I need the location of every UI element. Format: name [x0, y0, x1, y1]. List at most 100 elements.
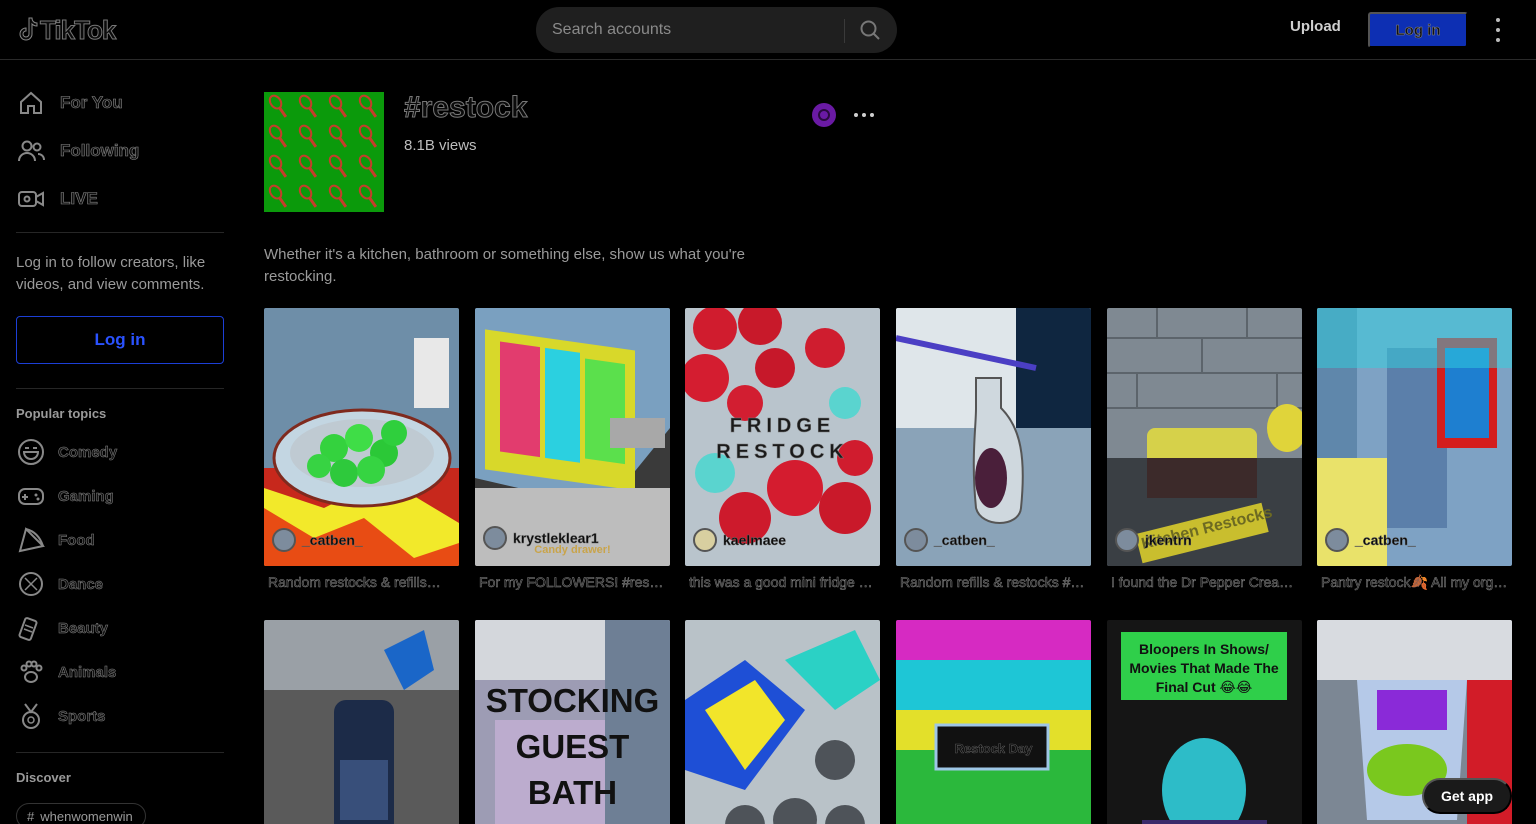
search-input[interactable] [552, 7, 842, 53]
video-thumbnail[interactable]: Candy drawer! krystleklear1 [475, 308, 670, 566]
author-name: jkentrn [1145, 532, 1192, 548]
video-caption[interactable]: this was a good mini fridge restock #res… [689, 574, 877, 590]
sidebar-login-button[interactable]: Log in [16, 316, 224, 364]
video-thumbnail[interactable]: Bloopers In Shows/ Movies That Made The … [1107, 620, 1302, 824]
avatar [1325, 528, 1349, 552]
food-icon [18, 527, 46, 553]
author-name: kaelmaee [723, 532, 787, 548]
video-thumbnail[interactable]: _catben_ [1317, 308, 1512, 566]
video-author[interactable]: krystleklear1 [483, 526, 599, 550]
overlay-text: FRIDGE RESTOCK [716, 415, 849, 464]
video-author[interactable]: kaelmaee [693, 528, 786, 552]
sidebar-divider [16, 388, 224, 389]
beauty-icon [18, 617, 38, 641]
video-author[interactable]: _catben_ [1325, 528, 1416, 552]
topic-sports[interactable]: Sports [16, 698, 106, 734]
dance-icon [19, 572, 43, 596]
avatar [904, 528, 928, 552]
login-button[interactable]: Log in [1368, 12, 1468, 48]
overlay-text: Restock Day [954, 741, 1033, 756]
hashtag-description: Whether it's a kitchen, bathroom or some… [264, 246, 745, 285]
hashtag-more-icon[interactable] [854, 113, 874, 117]
author-name: _catben_ [1355, 532, 1416, 548]
sports-icon [22, 703, 40, 729]
hashtag-title: #restock [403, 91, 528, 125]
top-bar: TikTok Upload Log in [0, 0, 1536, 60]
video-caption[interactable]: Pantry restock🍂 All my organizers are li… [1321, 574, 1509, 591]
hashtag-icon: # [27, 808, 35, 824]
search-divider [844, 19, 845, 43]
video-thumbnail[interactable]: _catben_ [264, 308, 459, 566]
share-icon[interactable] [812, 103, 836, 127]
upload-link[interactable]: Upload [1290, 18, 1341, 35]
live-icon [18, 191, 44, 207]
author-name: krystleklear1 [513, 530, 599, 546]
topic-beauty[interactable]: Beauty [16, 610, 108, 646]
video-caption[interactable]: For my FOLLOWERS! #restock #asmr #satisf… [479, 574, 667, 590]
overlay-text: STOCKING GUEST BATH [485, 682, 660, 811]
tiktok-note-icon [19, 17, 38, 41]
video-caption[interactable]: I found the Dr Pepper Cream Soda #restoc… [1111, 574, 1299, 590]
author-name: _catben_ [302, 532, 363, 548]
login-prompt-text: Log in to follow creators, like videos, … [16, 254, 206, 293]
topic-gaming[interactable]: Gaming [16, 478, 114, 514]
sidebar-divider [16, 752, 224, 753]
topic-label: Comedy [58, 443, 118, 461]
avatar [483, 526, 507, 550]
nav-label: For You [60, 93, 123, 113]
comedy-icon [18, 439, 44, 465]
topic-label: Sports [58, 707, 106, 725]
video-author[interactable]: _catben_ [904, 528, 995, 552]
video-thumbnail[interactable] [264, 620, 459, 824]
nav-live[interactable]: LIVE [16, 179, 98, 219]
video-thumbnail[interactable] [685, 620, 880, 824]
search-button[interactable] [854, 15, 886, 45]
video-thumbnail[interactable]: Restock Day [896, 620, 1091, 824]
overlay-text: Bloopers In Shows/ Movies That Made The … [1129, 641, 1279, 695]
nav-label: Following [60, 141, 140, 161]
avatar [693, 528, 717, 552]
tiktok-logo[interactable]: TikTok [16, 14, 117, 46]
search-bar [536, 7, 897, 53]
topic-label: Food [58, 531, 95, 549]
topic-label: Gaming [58, 487, 114, 505]
topic-food[interactable]: Food [16, 522, 95, 558]
nav-for-you[interactable]: For You [16, 83, 123, 123]
get-app-button[interactable]: Get app [1422, 778, 1512, 814]
discover-chip[interactable]: # whenwomenwin [16, 803, 146, 824]
topic-dance[interactable]: Dance [16, 566, 103, 602]
video-thumbnail[interactable]: FRIDGE RESTOCK kaelmaee [685, 308, 880, 566]
topic-label: Beauty [58, 619, 109, 637]
discover-title: Discover [16, 770, 71, 785]
hashtag-views: 8.1B views [404, 137, 477, 154]
video-thumbnail[interactable]: _catben_ [896, 308, 1091, 566]
topic-comedy[interactable]: Comedy [16, 434, 117, 470]
video-thumbnail[interactable]: STOCKING GUEST BATH [475, 620, 670, 824]
topic-label: Animals [58, 663, 117, 681]
home-icon [20, 91, 42, 114]
author-name: _catben_ [934, 532, 995, 548]
nav-following[interactable]: Following [16, 131, 140, 171]
discover-chip-label: whenwomenwin [40, 808, 133, 824]
video-caption[interactable]: Random refills & restocks #restock #refi… [900, 574, 1088, 590]
gaming-icon [18, 488, 44, 505]
avatar [1115, 528, 1139, 552]
hashtag-page: #restock 8.1B views Whether it's a kitch… [264, 61, 1524, 824]
video-author[interactable]: _catben_ [272, 528, 363, 552]
more-options-icon[interactable] [1488, 18, 1508, 42]
avatar [272, 528, 296, 552]
popular-topics-title: Popular topics [16, 406, 107, 421]
hashtag-cover-image [264, 92, 384, 212]
logo-text: TikTok [39, 14, 116, 45]
video-author[interactable]: jkentrn [1115, 528, 1192, 552]
video-thumbnail[interactable]: Kitchen Restocks jkentrn [1107, 308, 1302, 566]
nav-label: LIVE [60, 189, 98, 209]
topic-animals[interactable]: Animals [16, 654, 117, 690]
search-icon [860, 20, 880, 40]
video-caption[interactable]: Random restocks & refills✨ #restock #org… [268, 574, 456, 591]
sidebar: For You Following LIVE Log in to follow … [0, 61, 240, 824]
animals-icon [20, 660, 43, 683]
sidebar-divider [16, 232, 224, 233]
people-icon [18, 140, 45, 162]
topic-label: Dance [58, 575, 104, 593]
